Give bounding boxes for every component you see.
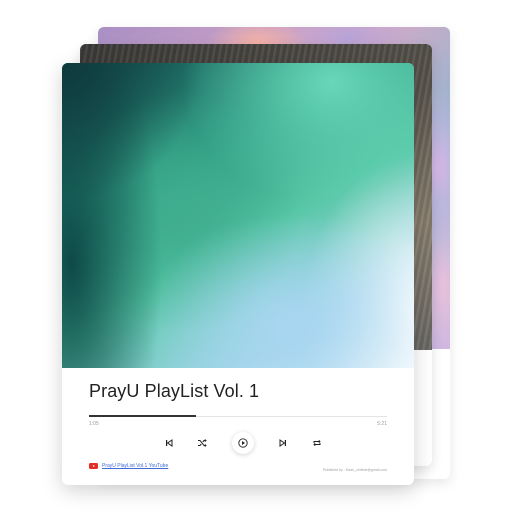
playback-controls <box>62 431 414 455</box>
total-time: 5:21 <box>377 421 387 427</box>
skip-back-icon <box>166 439 173 447</box>
youtube-link-label: PrayU PlayList Vol.1 YouTube <box>102 463 169 469</box>
progress-bar[interactable] <box>89 415 387 417</box>
play-button[interactable] <box>232 432 254 454</box>
play-icon <box>238 438 248 448</box>
player-card: PrayU PlayList Vol. 1 1:05 5:21 PrayU Pl… <box>62 63 414 485</box>
youtube-icon <box>89 463 98 469</box>
repeat-button[interactable] <box>305 431 329 455</box>
youtube-link[interactable]: PrayU PlayList Vol.1 YouTube <box>89 463 168 469</box>
previous-button[interactable] <box>157 431 181 455</box>
credit-text: Published by : Dean_chritme@gmail.com <box>322 468 387 472</box>
shuffle-button[interactable] <box>190 431 214 455</box>
skip-forward-icon <box>279 439 286 447</box>
shuffle-icon <box>198 439 207 447</box>
album-art <box>62 63 414 368</box>
repeat-icon <box>313 439 321 447</box>
current-time: 1:05 <box>89 421 99 427</box>
progress-fill <box>89 415 197 417</box>
playlist-title: PrayU PlayList Vol. 1 <box>89 381 260 401</box>
next-button[interactable] <box>271 431 295 455</box>
